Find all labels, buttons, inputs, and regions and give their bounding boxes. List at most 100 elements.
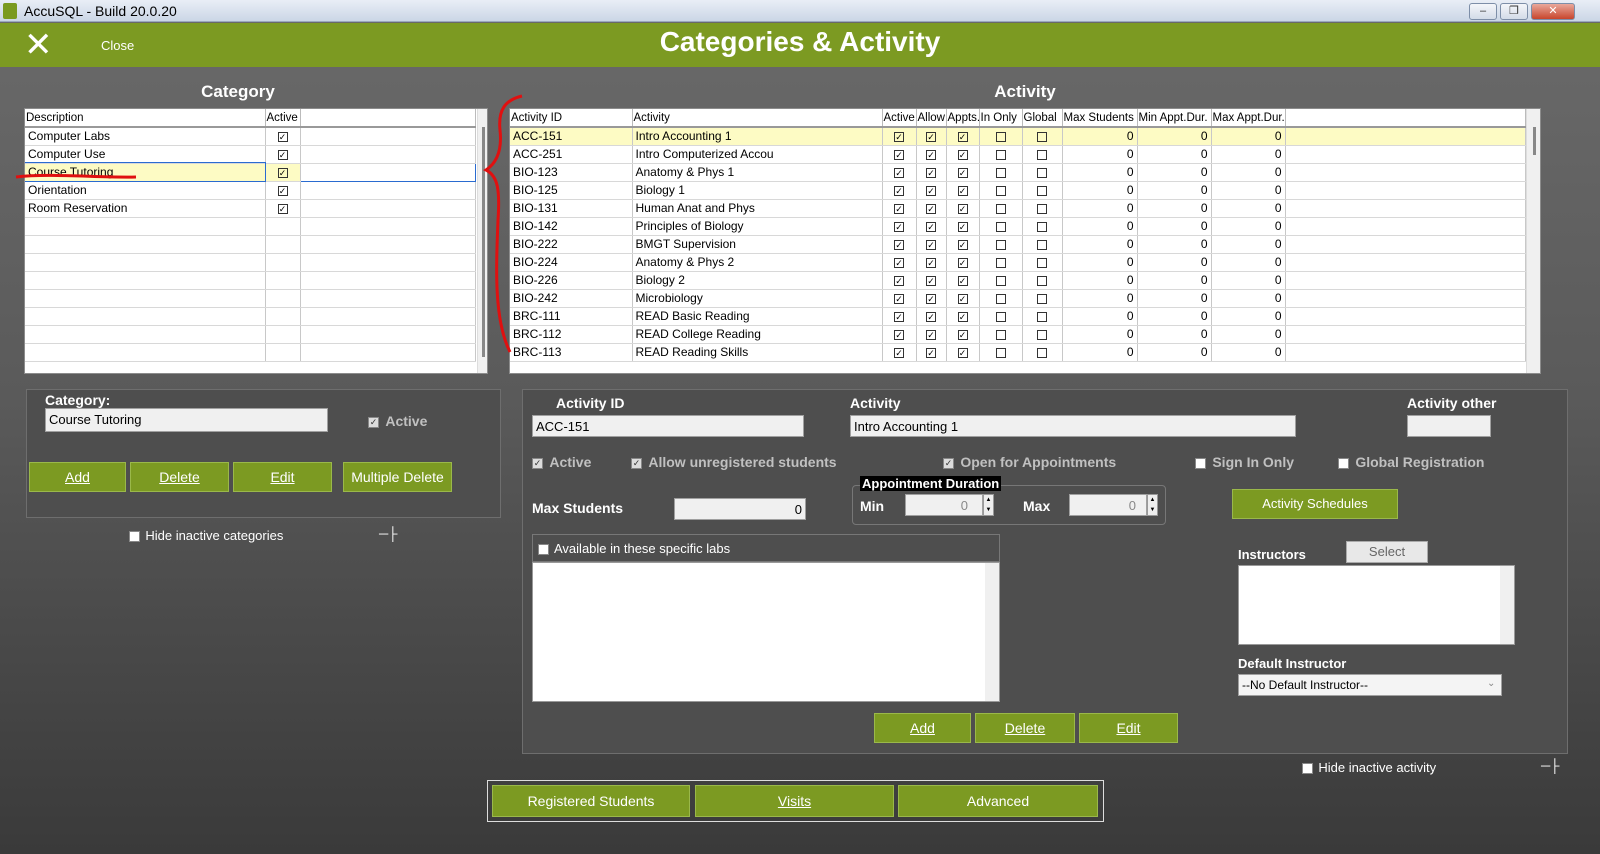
checkbox-icon[interactable] [1302, 763, 1313, 775]
max-students-cell[interactable]: 0 [1062, 217, 1138, 236]
activity-schedules-button[interactable]: Activity Schedules [1232, 489, 1398, 519]
checkbox-icon[interactable] [538, 544, 549, 556]
activity-edit-button[interactable]: Edit [1079, 713, 1178, 743]
select-instructors-button[interactable]: Select [1346, 541, 1428, 563]
activity-in-only-cell[interactable] [979, 217, 1023, 236]
checked-checkbox-icon[interactable]: ✓ [894, 293, 904, 304]
max-appt-dur-cell[interactable]: 0 [1211, 343, 1286, 362]
min-appt-dur-cell[interactable]: 0 [1137, 271, 1212, 290]
unchecked-checkbox-icon[interactable] [995, 257, 1006, 268]
max-appt-dur-cell[interactable]: 0 [1211, 163, 1286, 182]
activity-allow-cell[interactable]: ✓ [916, 253, 947, 272]
advanced-button[interactable]: Advanced [898, 785, 1098, 817]
activity-name-cell[interactable]: READ College Reading [632, 325, 883, 344]
table-row[interactable]: ACC-251 Intro Computerized Accou ✓ ✓ ✓ 0 0 0 [510, 145, 1526, 164]
activity-appts-cell[interactable]: ✓ [946, 235, 980, 254]
category-delete-button[interactable]: Delete [130, 462, 229, 492]
activity-in-only-cell[interactable] [979, 289, 1023, 308]
table-row[interactable]: BRC-111 READ Basic Reading ✓ ✓ ✓ 0 0 0 [510, 307, 1526, 326]
checked-checkbox-icon[interactable]: ✓ [926, 185, 936, 196]
checkbox-icon[interactable] [129, 531, 140, 543]
table-row[interactable]: BIO-123 Anatomy & Phys 1 ✓ ✓ ✓ 0 0 0 [510, 163, 1526, 182]
activity-appts-cell[interactable]: ✓ [946, 127, 980, 146]
checkbox-icon[interactable] [1338, 458, 1349, 470]
max-spinner-icon[interactable]: ▲ ▼ [1147, 494, 1158, 516]
minimize-icon[interactable]: – [1469, 3, 1497, 20]
min-appt-dur-cell[interactable]: 0 [1137, 145, 1212, 164]
activity-allow-cell[interactable]: ✓ [916, 325, 947, 344]
checked-checkbox-icon[interactable]: ✓ [926, 149, 936, 160]
checked-checkbox-icon[interactable]: ✓ [957, 185, 968, 196]
activity-in-only-cell[interactable] [979, 235, 1023, 254]
labs-list[interactable] [532, 562, 1000, 702]
unchecked-checkbox-icon[interactable] [995, 132, 1006, 143]
activity-appts-cell[interactable]: ✓ [946, 253, 980, 272]
checked-checkbox-icon[interactable]: ✓ [926, 329, 936, 340]
checked-checkbox-icon[interactable]: ✓ [926, 257, 936, 268]
checked-checkbox-icon[interactable]: ✓ [957, 347, 968, 358]
checked-checkbox-icon[interactable]: ✓ [894, 221, 904, 232]
column-header-global[interactable]: Global [1022, 109, 1063, 128]
table-row[interactable]: BIO-226 Biology 2 ✓ ✓ ✓ 0 0 0 [510, 271, 1526, 290]
max-students-cell[interactable]: 0 [1062, 199, 1138, 218]
activity-in-only-cell[interactable] [979, 199, 1023, 218]
activity-global-cell[interactable] [1022, 271, 1063, 290]
activity-name-cell[interactable]: Principles of Biology [632, 217, 883, 236]
activity-allow-cell[interactable]: ✓ [916, 343, 947, 362]
category-add-button[interactable]: Add [29, 462, 126, 492]
min-appt-dur-cell[interactable]: 0 [1137, 235, 1212, 254]
activity-global-cell[interactable] [1022, 289, 1063, 308]
global-registration-checkbox[interactable]: Global Registration [1338, 454, 1484, 470]
activity-active-cell[interactable]: ✓ [882, 127, 917, 146]
activity-appts-cell[interactable]: ✓ [946, 307, 980, 326]
activity-allow-cell[interactable]: ✓ [916, 163, 947, 182]
checked-checkbox-icon[interactable]: ✓ [957, 311, 968, 322]
activity-global-cell[interactable] [1022, 145, 1063, 164]
activity-name-cell[interactable]: READ Basic Reading [632, 307, 883, 326]
checked-checkbox-icon[interactable]: ✓ [894, 347, 904, 358]
unchecked-checkbox-icon[interactable] [995, 293, 1006, 304]
checked-checkbox-icon[interactable]: ✓ [926, 239, 936, 250]
activity-appts-cell[interactable]: ✓ [946, 145, 980, 164]
max-students-cell[interactable]: 0 [1062, 271, 1138, 290]
max-appt-dur-cell[interactable]: 0 [1211, 145, 1286, 164]
max-students-cell[interactable]: 0 [1062, 235, 1138, 254]
activity-appts-cell[interactable]: ✓ [946, 163, 980, 182]
activity-allow-cell[interactable]: ✓ [916, 307, 947, 326]
hide-inactive-categories-checkbox[interactable]: Hide inactive categories [129, 528, 283, 543]
checked-checkbox-icon[interactable]: ✓ [957, 149, 968, 160]
activity-allow-cell[interactable]: ✓ [916, 181, 947, 200]
table-row[interactable]: BIO-125 Biology 1 ✓ ✓ ✓ 0 0 0 [510, 181, 1526, 200]
pin-icon[interactable]: ─├ [1541, 758, 1559, 773]
max-students-cell[interactable]: 0 [1062, 145, 1138, 164]
checked-checkbox-icon[interactable]: ✓ [894, 167, 904, 178]
activity-active-cell[interactable]: ✓ [882, 271, 917, 290]
max-appt-dur-cell[interactable]: 0 [1211, 271, 1286, 290]
max-students-cell[interactable]: 0 [1062, 343, 1138, 362]
activity-global-cell[interactable] [1022, 199, 1063, 218]
activity-global-cell[interactable] [1022, 217, 1063, 236]
unchecked-checkbox-icon[interactable] [995, 239, 1006, 250]
min-appt-dur-cell[interactable]: 0 [1137, 289, 1212, 308]
activity-name-cell[interactable]: Microbiology [632, 289, 883, 308]
checked-checkbox-icon[interactable]: ✓ [957, 275, 968, 286]
activity-allow-cell[interactable]: ✓ [916, 217, 947, 236]
unchecked-checkbox-icon[interactable] [1037, 221, 1047, 232]
unchecked-checkbox-icon[interactable] [995, 347, 1006, 358]
table-row[interactable]: BIO-131 Human Anat and Phys ✓ ✓ ✓ 0 0 0 [510, 199, 1526, 218]
column-header-max-students[interactable]: Max Students [1062, 109, 1138, 128]
chevron-down-icon[interactable]: ⌄ [1487, 678, 1495, 689]
default-instructor-select[interactable]: --No Default Instructor-- [1238, 674, 1502, 696]
checked-checkbox-icon[interactable]: ✓ [894, 203, 904, 214]
max-appt-dur-cell[interactable]: 0 [1211, 289, 1286, 308]
checked-checkbox-icon[interactable]: ✓ [926, 347, 936, 358]
checked-checkbox-icon[interactable]: ✓ [957, 239, 968, 250]
max-appt-dur-cell[interactable]: 0 [1211, 325, 1286, 344]
activity-appts-cell[interactable]: ✓ [946, 217, 980, 236]
checked-checkbox-icon[interactable]: ✓ [894, 275, 904, 286]
activity-allow-cell[interactable]: ✓ [916, 199, 947, 218]
checked-checkbox-icon[interactable]: ✓ [894, 239, 904, 250]
activity-name-cell[interactable]: Human Anat and Phys [632, 199, 883, 218]
unchecked-checkbox-icon[interactable] [995, 167, 1006, 178]
table-row[interactable]: BIO-222 BMGT Supervision ✓ ✓ ✓ 0 0 0 [510, 235, 1526, 254]
